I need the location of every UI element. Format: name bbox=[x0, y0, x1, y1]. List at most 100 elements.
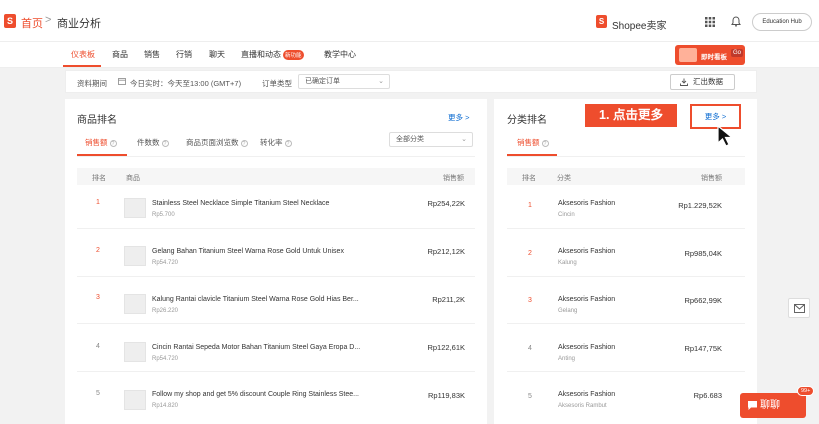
breadcrumb-home[interactable]: 首页 bbox=[21, 15, 43, 31]
product-more-link[interactable]: 更多 > bbox=[448, 112, 469, 123]
shopee-logo[interactable]: S bbox=[4, 14, 16, 28]
active-tab-underline bbox=[63, 65, 101, 67]
category-row-2-rank: 2 bbox=[528, 250, 532, 257]
product-ranking-title: 商品排名 bbox=[77, 115, 117, 126]
category-filter-select[interactable]: 全部分类 ⌄ bbox=[389, 132, 473, 147]
product-row-5-rank: 5 bbox=[96, 390, 100, 397]
row-divider bbox=[507, 228, 745, 229]
product-row-2-rank: 2 bbox=[96, 247, 100, 254]
help-icon: ? bbox=[284, 139, 292, 147]
education-hub-button[interactable]: Education Hub bbox=[752, 13, 812, 31]
cursor-arrow-icon bbox=[717, 124, 734, 147]
product-tab-sales[interactable]: 销售额? bbox=[85, 137, 117, 148]
category-tab-sales-label: 销售额 bbox=[517, 138, 540, 147]
help-icon: ? bbox=[541, 139, 549, 147]
col-rank: 排名 bbox=[522, 175, 536, 182]
category-row-5-rank: 5 bbox=[528, 393, 532, 400]
col-category: 分类 bbox=[557, 175, 571, 182]
promo-go-button[interactable]: Go bbox=[730, 49, 743, 57]
category-row-3-sales: Rp662,99K bbox=[684, 296, 722, 305]
category-filter-value: 全部分类 bbox=[396, 136, 424, 143]
category-row-4-rank: 4 bbox=[528, 345, 532, 352]
nav-tab-live[interactable]: 直播和动态 bbox=[241, 49, 281, 60]
order-type-value: 已确定订单 bbox=[305, 78, 340, 85]
category-ranking-title: 分类排名 bbox=[507, 115, 547, 126]
product-tab-pageviews-label: 商品页面浏览数 bbox=[186, 138, 239, 147]
category-tab-sales[interactable]: 销售额? bbox=[517, 137, 549, 148]
chevron-down-icon: ⌄ bbox=[378, 78, 384, 85]
calendar-icon bbox=[118, 78, 126, 85]
export-data-button[interactable]: 汇出数据 bbox=[670, 74, 735, 90]
product-thumbnail[interactable] bbox=[124, 294, 146, 314]
mail-button[interactable] bbox=[788, 298, 810, 318]
product-tab-units[interactable]: 件数数? bbox=[137, 137, 169, 148]
cart-icon bbox=[679, 48, 697, 62]
nav-tab-products[interactable]: 商品 bbox=[112, 49, 128, 60]
live-dashboard-promo[interactable]: 即时看板 Go bbox=[675, 45, 745, 65]
product-row-5-price: Rp14.820 bbox=[152, 403, 179, 409]
col-sales: 销售额 bbox=[701, 175, 722, 182]
order-type-select[interactable]: 已确定订单 ⌄ bbox=[298, 74, 390, 89]
seller-logo: S bbox=[596, 15, 607, 28]
category-row-5-name[interactable]: Aksesoris Fashion bbox=[558, 391, 615, 398]
product-row-1-rank: 1 bbox=[96, 199, 100, 206]
nav-tab-sales[interactable]: 销售 bbox=[144, 49, 160, 60]
mail-icon bbox=[794, 304, 805, 313]
product-row-1-price: Rp5.700 bbox=[152, 212, 175, 218]
product-row-2-name[interactable]: Gelang Bahan Titanium Steel Warna Rose G… bbox=[152, 248, 344, 255]
col-rank: 排名 bbox=[92, 175, 106, 182]
order-type-label: 订单类型 bbox=[262, 79, 292, 88]
product-tab-conversion[interactable]: 转化率? bbox=[260, 137, 292, 148]
product-row-5-sales: Rp119,83K bbox=[428, 391, 465, 400]
product-row-4-name[interactable]: Cincin Rantai Sepeda Motor Bahan Titaniu… bbox=[152, 344, 360, 351]
divider bbox=[77, 156, 475, 157]
chat-button[interactable]: 聊聊 bbox=[740, 393, 806, 418]
category-row-1-name[interactable]: Aksesoris Fashion bbox=[558, 200, 615, 207]
category-row-4-name[interactable]: Aksesoris Fashion bbox=[558, 344, 615, 351]
product-row-1-name[interactable]: Stainless Steel Necklace Simple Titanium… bbox=[152, 200, 329, 207]
divider bbox=[507, 156, 745, 157]
chat-label: 聊聊 bbox=[760, 400, 780, 411]
product-thumbnail[interactable] bbox=[124, 246, 146, 266]
category-row-3-sub: Gelang bbox=[558, 308, 578, 314]
category-row-5-sub: Aksesoris Rambut bbox=[558, 403, 607, 409]
nav-tab-dashboard[interactable]: 仪表板 bbox=[71, 49, 95, 60]
product-row-3-rank: 3 bbox=[96, 294, 100, 301]
product-row-2-sales: Rp212,12K bbox=[427, 247, 465, 256]
product-row-1-sales: Rp254,22K bbox=[427, 199, 465, 208]
category-row-2-sales: Rp985,04K bbox=[684, 249, 722, 258]
product-row-3-price: Rp26.220 bbox=[152, 308, 179, 314]
nav-tab-marketing[interactable]: 行销 bbox=[176, 49, 192, 60]
product-row-3-sales: Rp211,2K bbox=[432, 295, 465, 304]
category-row-5-sales: Rp6.683 bbox=[693, 391, 722, 400]
row-divider bbox=[77, 371, 475, 372]
apps-grid-icon[interactable] bbox=[705, 17, 715, 27]
row-divider bbox=[507, 276, 745, 277]
product-row-3-name[interactable]: Kalung Rantai clavicle Titanium Steel Wa… bbox=[152, 296, 359, 303]
product-tab-sales-label: 销售额 bbox=[85, 138, 108, 147]
download-icon bbox=[680, 78, 688, 86]
nav-tab-education[interactable]: 教学中心 bbox=[324, 49, 356, 60]
category-row-3-name[interactable]: Aksesoris Fashion bbox=[558, 296, 615, 303]
product-thumbnail[interactable] bbox=[124, 390, 146, 410]
product-tab-pageviews[interactable]: 商品页面浏览数? bbox=[186, 137, 248, 148]
period-label: 资料期间 bbox=[77, 79, 107, 88]
new-feature-badge: 新功能 bbox=[283, 50, 304, 60]
category-row-2-sub: Kalung bbox=[558, 260, 577, 266]
product-thumbnail[interactable] bbox=[124, 342, 146, 362]
row-divider bbox=[507, 371, 745, 372]
category-row-1-rank: 1 bbox=[528, 202, 532, 209]
col-product: 商品 bbox=[126, 175, 140, 182]
bell-icon[interactable] bbox=[731, 16, 741, 27]
category-row-1-sales: Rp1.229,52K bbox=[678, 201, 722, 210]
product-row-4-rank: 4 bbox=[96, 343, 100, 350]
category-row-4-sales: Rp147,75K bbox=[684, 344, 722, 353]
period-value[interactable]: 今日实时：今天至13:00 (GMT+7) bbox=[130, 78, 241, 89]
product-thumbnail[interactable] bbox=[124, 198, 146, 218]
product-row-4-price: Rp54.720 bbox=[152, 356, 179, 362]
product-row-2-price: Rp54.720 bbox=[152, 260, 179, 266]
category-row-2-name[interactable]: Aksesoris Fashion bbox=[558, 248, 615, 255]
product-row-5-name[interactable]: Follow my shop and get 5% discount Coupl… bbox=[152, 391, 359, 398]
promo-text: 即时看板 bbox=[701, 54, 727, 61]
nav-tab-chat[interactable]: 聊天 bbox=[209, 49, 225, 60]
